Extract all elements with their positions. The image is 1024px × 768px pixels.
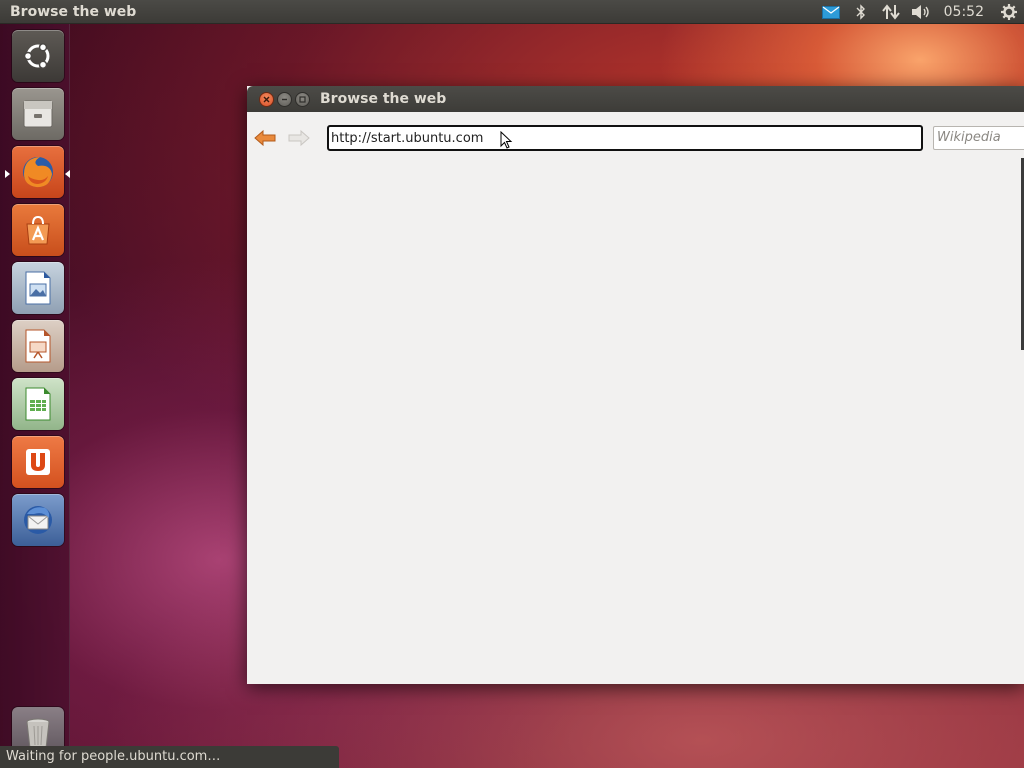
- top-panel: Browse the web 05:52: [0, 0, 1024, 24]
- ubuntu-dash-icon[interactable]: [12, 30, 64, 82]
- status-bar: Waiting for people.ubuntu.com…: [0, 746, 339, 768]
- window-title: Browse the web: [320, 91, 447, 107]
- browser-window: Browse the web Wikipedia: [247, 86, 1024, 684]
- page-content-area[interactable]: [247, 162, 1024, 684]
- panel-clock[interactable]: 05:52: [936, 4, 994, 20]
- maximize-button[interactable]: [295, 91, 310, 107]
- libreoffice-impress-icon[interactable]: [12, 320, 64, 372]
- minimize-button[interactable]: [277, 91, 292, 107]
- firefox-icon[interactable]: [12, 146, 64, 198]
- forward-button[interactable]: [285, 126, 313, 150]
- volume-icon[interactable]: [906, 0, 936, 24]
- url-input[interactable]: [327, 125, 923, 151]
- gear-icon[interactable]: [994, 0, 1024, 24]
- browser-toolbar: Wikipedia: [247, 112, 1024, 162]
- thunderbird-icon[interactable]: [12, 494, 64, 546]
- launcher: [0, 24, 70, 768]
- launcher-running-pip: [5, 170, 10, 178]
- mouse-pointer-icon: [500, 131, 513, 149]
- panel-app-title: Browse the web: [10, 3, 137, 20]
- software-center-icon[interactable]: [12, 204, 64, 256]
- back-arrow-icon: [254, 129, 276, 147]
- search-input[interactable]: Wikipedia: [933, 126, 1024, 150]
- libreoffice-calc-icon[interactable]: [12, 378, 64, 430]
- indicator-area: 05:52: [816, 0, 1024, 24]
- libreoffice-writer-icon[interactable]: [12, 262, 64, 314]
- close-button[interactable]: [259, 91, 274, 107]
- bluetooth-icon[interactable]: [846, 0, 876, 24]
- launcher-active-pip: [65, 170, 70, 178]
- files-icon[interactable]: [12, 88, 64, 140]
- ubuntu-one-icon[interactable]: [12, 436, 64, 488]
- forward-arrow-icon: [288, 129, 310, 147]
- network-icon[interactable]: [876, 0, 906, 24]
- window-titlebar[interactable]: Browse the web: [247, 86, 1024, 112]
- back-button[interactable]: [251, 126, 279, 150]
- mail-icon[interactable]: [816, 0, 846, 24]
